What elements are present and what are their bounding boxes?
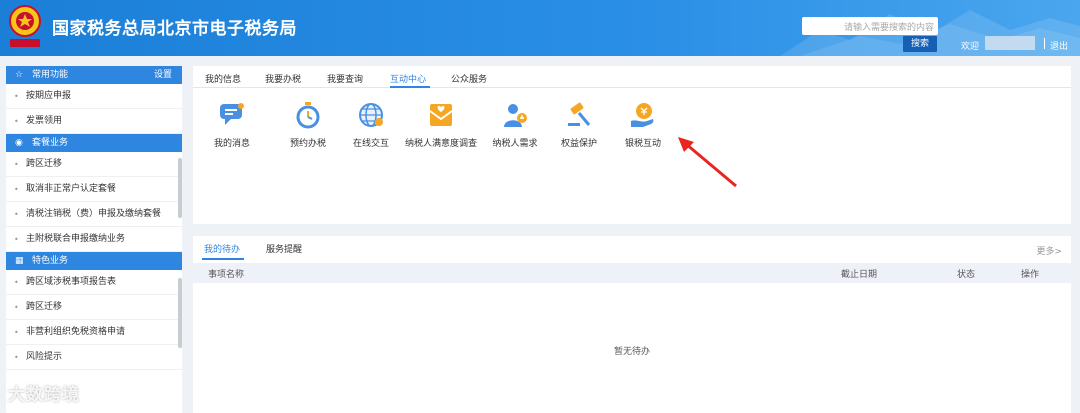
tab-query[interactable]: 我要查询 (327, 72, 363, 85)
tax-emblem-icon (9, 5, 41, 47)
empty-state-text: 暂无待办 (613, 347, 650, 357)
sidebar-section-title: 套餐业务 (32, 138, 69, 148)
gavel-icon (568, 102, 591, 126)
username-redacted (985, 36, 1035, 50)
bank-tax-icon (631, 103, 654, 127)
stopwatch-icon (296, 102, 320, 129)
sidebar-item[interactable]: 跨区迁移 (6, 295, 182, 320)
header-divider (1044, 38, 1045, 49)
search-button[interactable]: 搜索 (903, 36, 937, 52)
sidebar-item[interactable]: 主附税联合申报缴纳业务 (6, 227, 182, 252)
globe-icon (359, 103, 383, 127)
sidebar-item[interactable]: 按期应申报 (6, 84, 182, 109)
func-label: 权益保护 (560, 139, 597, 149)
func-taxpayer-needs[interactable]: 纳税人需求 (479, 101, 551, 150)
sidebar-section-package[interactable]: ◉ 套餐业务 (6, 134, 182, 152)
sidebar-item[interactable]: 跨区域涉税事项报告表 (6, 270, 182, 295)
sidebar-item[interactable]: 风险提示 (6, 345, 182, 370)
todo-table-header: 事项名称 截止日期 状态 操作 (193, 263, 1071, 283)
message-icon (220, 103, 244, 125)
tab-my-info[interactable]: 我的信息 (205, 72, 241, 85)
site-header: 国家税务总局北京市电子税务局 请输入需要搜索的内容 搜索 欢迎 退出 (0, 0, 1080, 56)
settings-link[interactable]: 设置 (154, 66, 172, 84)
sidebar-item[interactable]: 清税注销税（费）申报及缴纳套餐 (6, 202, 182, 227)
sidebar-section-title: 特色业务 (32, 256, 69, 266)
func-appointment[interactable]: 预约办税 (272, 101, 344, 150)
func-label: 纳税人满意度调查 (405, 139, 478, 149)
sidebar-item[interactable]: 发票领用 (6, 109, 182, 134)
main-tabs: 我的信息 我要办税 我要查询 互动中心 公众服务 (193, 66, 1071, 88)
person-request-icon (504, 104, 527, 127)
active-tab-indicator (390, 86, 430, 88)
func-label: 纳税人需求 (492, 139, 538, 149)
func-label: 预约办税 (289, 139, 326, 149)
todo-tabs: 我的待办 服务提醒 更多> (193, 236, 1071, 260)
tab-public-service[interactable]: 公众服务 (451, 72, 487, 85)
tab-interaction-center[interactable]: 互动中心 (390, 72, 426, 85)
annotation-arrow-icon (678, 137, 737, 188)
column-header: 操作 (1021, 270, 1040, 280)
search-input[interactable]: 请输入需要搜索的内容 (802, 17, 938, 35)
sidebar: ☆ 常用功能 设置 按期应申报 发票领用 ◉ 套餐业务 跨区迁移 取消非正常户认… (6, 66, 182, 413)
func-my-messages[interactable]: 我的消息 (196, 101, 268, 150)
column-header: 截止日期 (841, 270, 878, 280)
welcome-text: 欢迎 (961, 42, 980, 52)
active-tab-indicator (202, 258, 244, 260)
tab-service-reminder[interactable]: 服务提醒 (266, 242, 302, 255)
watermark: 大数跨境 (8, 385, 80, 405)
cube-icon: ◉ (15, 138, 23, 148)
func-rights-protection[interactable]: 权益保护 (543, 101, 615, 150)
func-online-interaction[interactable]: 在线交互 (335, 101, 407, 150)
tab-my-todo[interactable]: 我的待办 (204, 242, 240, 255)
sidebar-item[interactable]: 非营利组织免税资格申请 (6, 320, 182, 345)
survey-envelope-icon (429, 104, 453, 126)
column-header: 事项名称 (208, 270, 245, 280)
sidebar-section-special[interactable]: ▦ 特色业务 (6, 252, 182, 270)
sidebar-scrollbar[interactable] (178, 158, 182, 218)
interaction-panel: 我的信息 我要办税 我要查询 互动中心 公众服务 我的消息 预约办税 在线交互 … (193, 66, 1071, 224)
site-title: 国家税务总局北京市电子税务局 (52, 19, 297, 39)
logout-link[interactable]: 退出 (1050, 39, 1068, 52)
tab-tax-handling[interactable]: 我要办税 (265, 72, 301, 85)
func-label: 我的消息 (213, 139, 250, 149)
star-icon: ☆ (15, 70, 24, 80)
func-label: 银税互动 (624, 139, 661, 149)
sidebar-item[interactable]: 跨区迁移 (6, 152, 182, 177)
more-link[interactable]: 更多> (1036, 244, 1062, 257)
sidebar-section-common[interactable]: ☆ 常用功能 设置 (6, 66, 182, 84)
sidebar-scrollbar[interactable] (178, 278, 182, 348)
func-bank-tax-interaction[interactable]: 银税互动 (607, 101, 679, 150)
func-label: 在线交互 (352, 139, 389, 149)
func-satisfaction-survey[interactable]: 纳税人满意度调查 (405, 101, 477, 150)
sidebar-item[interactable]: 取消非正常户认定套餐 (6, 177, 182, 202)
sidebar-section-title: 常用功能 (32, 70, 69, 80)
grid-icon: ▦ (15, 256, 24, 266)
todo-panel: 我的待办 服务提醒 更多> 事项名称 截止日期 状态 操作 暂无待办 (193, 236, 1071, 413)
column-header: 状态 (957, 270, 976, 280)
